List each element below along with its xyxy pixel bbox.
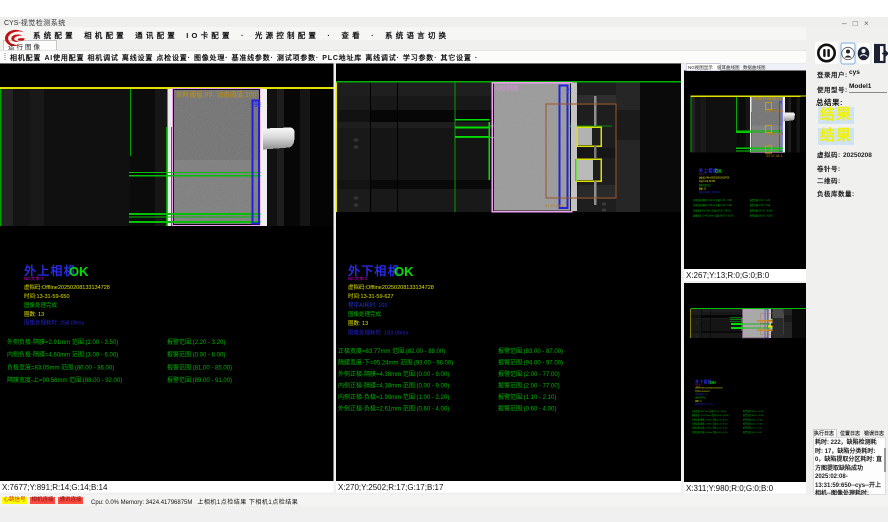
svg-text:图像处理完成: 图像处理完成 xyxy=(348,310,382,318)
svg-text:负极宽度=83.05mm 范围:(80.00 - 86.00: 负极宽度=83.05mm 范围:(80.00 - 86.00) xyxy=(7,364,114,372)
svg-text:NG文本:T: NG文本:T xyxy=(24,275,44,282)
svg-text:X:267;Y:13;R:0;G:0;B:0: X:267;Y:13;R:0;G:0;B:0 xyxy=(686,271,770,280)
svg-text:报警范围:(81.00 - 85.00): 报警范围:(81.00 - 85.00) xyxy=(167,364,232,372)
svg-text:NG视图显示: NG视图显示 xyxy=(688,64,713,71)
svg-text:报警范围:(0.00 - 8.00): 报警范围:(0.00 - 8.00) xyxy=(167,351,225,359)
svg-text:报警范围:(83.00 - 87.00): 报警范围:(83.00 - 87.00) xyxy=(498,347,563,355)
svg-text:内侧正极-负极=1.90mm 范围:(1.00 - 2.20: 内侧正极-负极=1.90mm 范围:(1.00 - 2.20) xyxy=(338,393,449,401)
svg-text:虚拟码:Offline20250208133134728: 虚拟码:Offline20250208133134728 xyxy=(348,283,434,291)
svg-text:时间:13-31-59-650: 时间:13-31-59-650 xyxy=(24,292,70,300)
svg-text:AI检测框: AI检测框 xyxy=(495,85,519,93)
svg-text:内侧正极-隔膜=4.38mm 范围:(0.00 - 9.00: 内侧正极-隔膜=4.38mm 范围:(0.00 - 9.00) xyxy=(338,382,449,390)
svg-text:报警范围:(2.20 - 3.20): 报警范围:(2.20 - 3.20) xyxy=(167,338,225,346)
svg-text:OK: OK xyxy=(69,264,89,279)
svg-text:41.47,98.1: 41.47,98.1 xyxy=(545,203,565,208)
svg-text:32.67,40.8: 32.67,40.8 xyxy=(767,109,784,113)
svg-text:报警范围:(2.00 - 77.00): 报警范围:(2.00 - 77.00) xyxy=(498,370,560,378)
svg-text:报警范围:(94.00 - 97.00): 报警范围:(94.00 - 97.00) xyxy=(498,359,563,367)
svg-text:NG文本:0: NG文本:0 xyxy=(348,275,368,282)
svg-text:极耳曲线图: 极耳曲线图 xyxy=(717,64,740,71)
svg-text:X:311;Y:980;R:0;G:0;B:0: X:311;Y:980;R:0;G:0;B:0 xyxy=(686,484,774,493)
svg-text:OK: OK xyxy=(394,264,414,279)
svg-text:外侧负极-隔膜=2.91mm 范围:(2.00 - 3.50: 外侧负极-隔膜=2.91mm 范围:(2.00 - 3.50) xyxy=(7,338,118,346)
svg-text:虚拟码:Offline20250208133134728: 虚拟码:Offline20250208133134728 xyxy=(24,283,110,291)
svg-text:图像处理耗时: 258.00ms: 图像处理耗时: 258.00ms xyxy=(24,319,84,327)
svg-text:图像处理耗时: 183.00ms: 图像处理耗时: 183.00ms xyxy=(348,329,408,337)
svg-text:内侧负极-隔膜=4.60mm 范围:(3.00 - 6.00: 内侧负极-隔膜=4.60mm 范围:(3.00 - 6.00) xyxy=(7,351,118,359)
svg-text:外侧正极-负极=2.61mm 范围:(0.60 - 4.00: 外侧正极-负极=2.61mm 范围:(0.60 - 4.00) xyxy=(338,405,449,413)
svg-text:报警范围:(0.60 - 4.00): 报警范围:(0.60 - 4.00) xyxy=(498,405,556,413)
svg-text:图像处理完成: 图像处理完成 xyxy=(24,301,58,309)
svg-text:报警范围:(89.00 - 91.00): 报警范围:(89.00 - 91.00) xyxy=(167,376,232,384)
svg-text:33.47,46.1: 33.47,46.1 xyxy=(766,154,783,158)
svg-text:报警范围:(1.10 - 2.10): 报警范围:(1.10 - 2.10) xyxy=(498,393,556,401)
svg-text:数据曲线图: 数据曲线图 xyxy=(743,64,766,71)
svg-text:X:7677;Y:891;R:14;G:14;B:14: X:7677;Y:891;R:14;G:14;B:14 xyxy=(2,483,108,492)
svg-text:报警范围:(2.00 - 77.00): 报警范围:(2.00 - 77.00) xyxy=(498,382,560,390)
svg-text:33.07,14.1: 33.07,14.1 xyxy=(767,132,784,136)
svg-text:隔膜宽度-下=95.24mm 范围:(93.00 - 98.: 隔膜宽度-下=95.24mm 范围:(93.00 - 98.00) xyxy=(338,359,453,367)
svg-text:外侧正极-隔膜=4.38mm 范围:(0.00 - 9.00: 外侧正极-隔膜=4.38mm 范围:(0.00 - 9.00) xyxy=(338,370,449,378)
svg-text:隔膜宽度-上=90.56mm 范围:(88.00 - 92.: 隔膜宽度-上=90.56mm 范围:(88.00 - 92.00) xyxy=(7,376,122,384)
svg-text:圈数: 13: 圈数: 13 xyxy=(24,310,44,318)
svg-text:圈数: 13: 圈数: 13 xyxy=(348,319,368,327)
svg-text:程序AI耗时: 165: 程序AI耗时: 165 xyxy=(348,301,387,309)
svg-text:时间:13-31-59-627: 时间:13-31-59-627 xyxy=(348,292,394,300)
svg-text:正极宽度=83.77mm 范围:(82.00 - 88.00: 正极宽度=83.77mm 范围:(82.00 - 88.00) xyxy=(338,347,445,355)
svg-text:X:270;Y:2502;R:17;G:17;B:17: X:270;Y:2502;R:17;G:17;B:17 xyxy=(338,483,444,492)
svg-text:灰阶阈值:93, 动态阈值:100: 灰阶阈值:93, 动态阈值:100 xyxy=(176,90,257,99)
